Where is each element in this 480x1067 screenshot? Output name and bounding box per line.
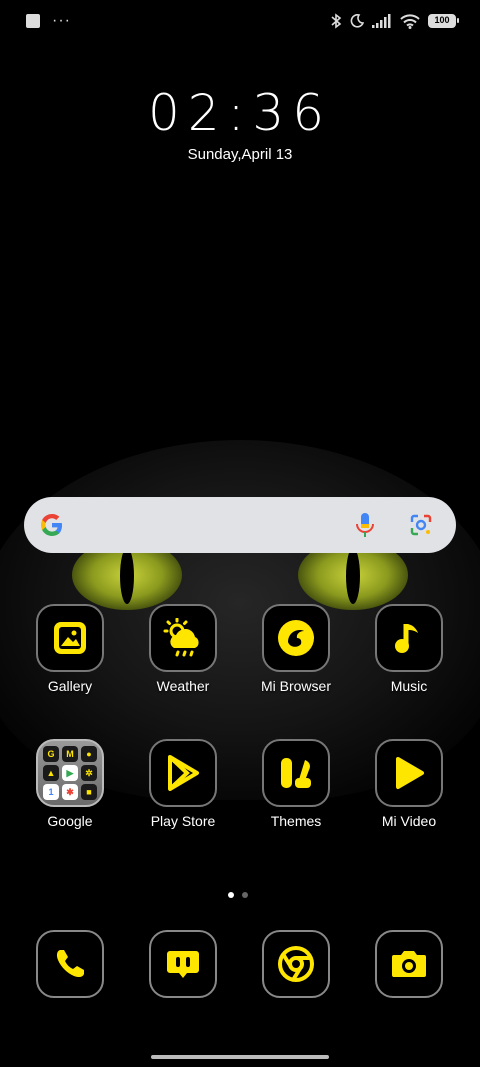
app-music[interactable]: Music [353,604,465,694]
meet-mini-icon: ▶ [62,765,78,781]
app-gallery[interactable]: Gallery [14,604,126,694]
clock-time[interactable]: 02:36 [0,84,480,142]
app-label: Gallery [47,678,93,694]
maps-mini-icon: ● [81,746,97,762]
files-mini-icon: ■ [81,784,97,800]
app-label: Music [390,678,428,694]
weather-icon[interactable] [149,604,217,672]
app-mi-video[interactable]: Mi Video [353,739,465,829]
browser-icon[interactable] [262,604,330,672]
mic-icon[interactable] [354,511,376,539]
themes-icon[interactable] [262,739,330,807]
drive-mini-icon: ▲ [43,765,59,781]
google-mini-icon: G [43,746,59,762]
clock-date[interactable]: Sunday,April 13 [0,146,480,163]
google-search-bar[interactable] [24,497,456,553]
photos-mini-icon: ✲ [81,765,97,781]
dock-messages[interactable] [127,930,239,998]
page-indicator [228,892,248,898]
lens-icon[interactable] [409,513,433,537]
wifi-icon [400,13,420,29]
music-icon[interactable] [375,604,443,672]
dock-phone[interactable] [14,930,126,998]
app-weather[interactable]: Weather [127,604,239,694]
video-icon[interactable] [375,739,443,807]
app-label: Mi Video [381,813,437,829]
app-themes[interactable]: Themes [240,739,352,829]
page-dot [242,892,248,898]
gesture-home-bar[interactable] [151,1055,329,1059]
page-dot-active [228,892,234,898]
google-folder-icon[interactable]: G M ● ▲ ▶ ✲ 1 ✱ ■ [36,739,104,807]
chrome-icon[interactable] [262,930,330,998]
more-dots-icon: ··· [52,12,71,29]
google-g-icon [41,514,62,536]
pinwheel-mini-icon: ✱ [62,784,78,800]
status-bar: ··· 100 [0,0,480,44]
app-label: Weather [156,678,210,694]
bluetooth-icon [331,13,342,29]
app-label: Mi Browser [260,678,331,694]
camera-icon[interactable] [375,930,443,998]
one-mini-icon: 1 [43,784,59,800]
play-store-icon[interactable] [149,739,217,807]
app-play-store[interactable]: Play Store [127,739,239,829]
app-label: Play Store [150,813,216,829]
messages-icon[interactable] [149,930,217,998]
dock-camera[interactable] [353,930,465,998]
app-mi-browser[interactable]: Mi Browser [240,604,352,694]
app-label: Google [47,813,93,829]
app-label: Themes [270,813,322,829]
gallery-icon[interactable] [36,604,104,672]
notification-square-icon [26,14,40,28]
app-google-folder[interactable]: G M ● ▲ ▶ ✲ 1 ✱ ■ Google [14,739,126,829]
dock-chrome[interactable] [240,930,352,998]
signal-icon [372,14,391,28]
battery-indicator: 100 [428,14,459,28]
gmail-mini-icon: M [62,746,78,762]
phone-icon[interactable] [36,930,104,998]
dnd-moon-icon [350,14,364,28]
